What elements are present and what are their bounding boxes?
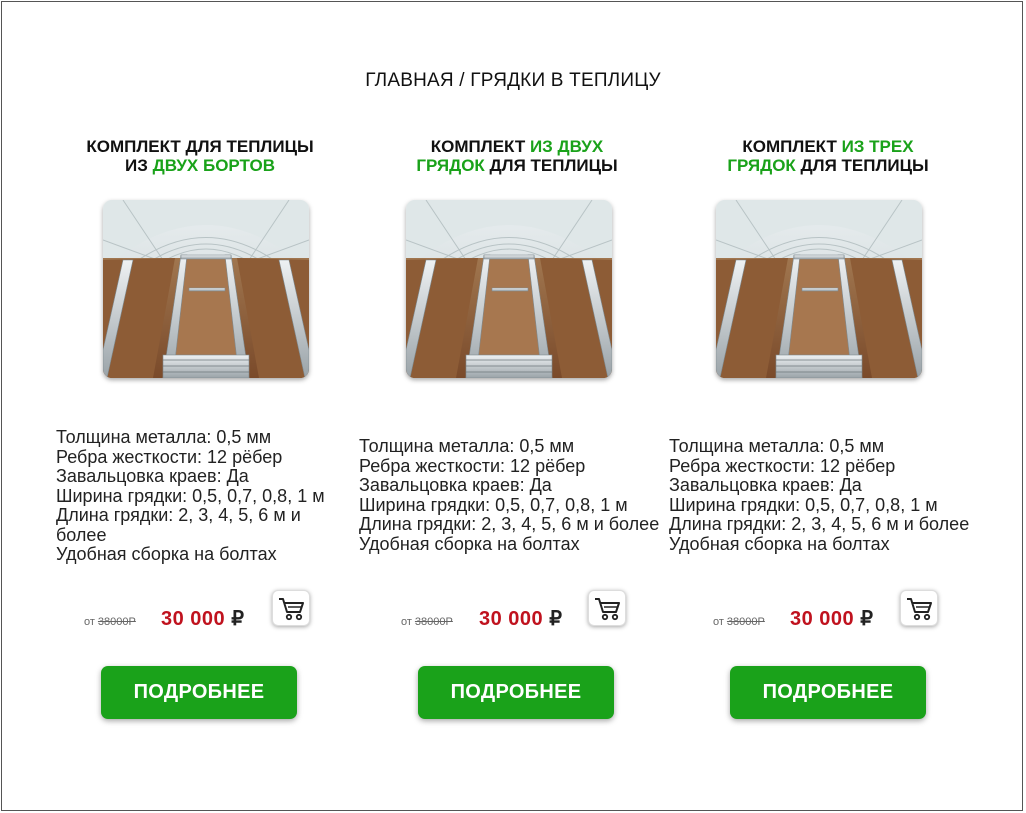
cart-icon <box>907 598 932 621</box>
current-price: 30 000 ₽ <box>479 608 563 630</box>
details-button[interactable]: ПОДРОБНЕЕ <box>730 666 926 719</box>
product-title: КОМПЛЕКТ ИЗ ТРЕХ ГРЯДОК ДЛЯ ТЕПЛИЦЫ <box>727 137 929 175</box>
product-specs: Толщина металла: 0,5 мм Ребра жесткости:… <box>669 436 989 554</box>
product-card: КОМПЛЕКТ ИЗ ТРЕХ ГРЯДОК ДЛЯ ТЕПЛИЦЫ Толщ… <box>669 0 978 813</box>
current-price: 30 000 ₽ <box>790 608 874 630</box>
product-title: КОМПЛЕКТ ДЛЯ ТЕПЛИЦЫ ИЗ ДВУХ БОРТОВ <box>86 137 314 175</box>
price-row: от 38000Р 30 000 ₽ <box>401 606 591 636</box>
spec-item: Удобная сборка на болтах <box>359 533 580 554</box>
cart-icon <box>279 598 304 621</box>
spec-item: Ребра жесткости: 12 рёбер <box>359 455 586 476</box>
spec-item: Длина грядки: 2, 3, 4, 5, 6 м и более <box>359 514 660 534</box>
spec-item: Ребра жесткости: 12 рёбер <box>56 446 283 467</box>
spec-item: Ребра жесткости: 12 рёбер <box>669 455 896 476</box>
spec-item: Ширина грядки: 0,5, 0,7, 0,8, 1 м <box>359 494 628 515</box>
product-title: КОМПЛЕКТ ИЗ ДВУХ ГРЯДОК ДЛЯ ТЕПЛИЦЫ <box>416 137 618 175</box>
product-card: КОМПЛЕКТ ДЛЯ ТЕПЛИЦЫ ИЗ ДВУХ БОРТОВ Толщ… <box>50 0 350 813</box>
product-specs: Толщина металла: 0,5 мм Ребра жесткости:… <box>56 427 346 565</box>
spec-item: Ширина грядки: 0,5, 0,7, 0,8, 1 м <box>669 494 938 515</box>
spec-item: Завальцовка краев: Да <box>669 475 862 495</box>
price-row: от 38000Р 30 000 ₽ <box>84 606 264 636</box>
spec-item: Ширина грядки: 0,5, 0,7, 0,8, 1 м <box>56 485 325 506</box>
details-button[interactable]: ПОДРОБНЕЕ <box>418 666 614 719</box>
spec-item: Удобная сборка на болтах <box>56 544 277 564</box>
add-to-cart-button[interactable] <box>900 590 938 626</box>
current-price: 30 000 ₽ <box>161 608 245 630</box>
add-to-cart-button[interactable] <box>588 590 626 626</box>
product-specs: Толщина металла: 0,5 мм Ребра жесткости:… <box>359 436 669 554</box>
product-card: КОМПЛЕКТ ИЗ ДВУХ ГРЯДОК ДЛЯ ТЕПЛИЦЫ Толщ… <box>359 0 667 813</box>
add-to-cart-button[interactable] <box>272 590 310 626</box>
product-photo[interactable] <box>716 200 922 378</box>
details-button[interactable]: ПОДРОБНЕЕ <box>101 666 297 719</box>
spec-item: Толщина металла: 0,5 мм <box>669 436 885 456</box>
product-photo[interactable] <box>103 200 309 378</box>
old-price: от 38000Р <box>401 616 453 628</box>
spec-item: Удобная сборка на болтах <box>669 533 890 554</box>
price-row: от 38000Р 30 000 ₽ <box>713 606 903 636</box>
spec-item: Толщина металла: 0,5 мм <box>359 436 575 456</box>
old-price: от 38000Р <box>713 616 765 628</box>
spec-item: Длина грядки: 2, 3, 4, 5, 6 м и более <box>669 514 970 534</box>
spec-item: Завальцовка краев: Да <box>56 466 249 486</box>
spec-item: Толщина металла: 0,5 мм <box>56 427 272 447</box>
spec-item: Завальцовка краев: Да <box>359 475 552 495</box>
spec-item: Длина грядки: 2, 3, 4, 5, 6 м и более <box>56 505 301 545</box>
old-price: от 38000Р <box>84 616 136 628</box>
product-photo[interactable] <box>406 200 612 378</box>
cart-icon <box>595 598 620 621</box>
